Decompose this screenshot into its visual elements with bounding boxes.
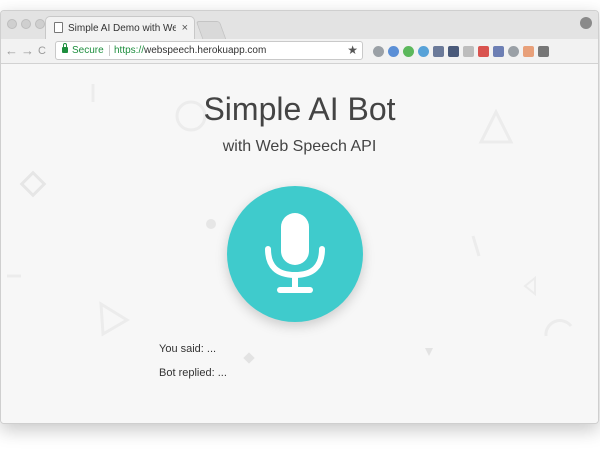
maximize-window-icon[interactable] xyxy=(35,19,45,29)
back-button[interactable]: ← xyxy=(5,43,18,59)
reload-button[interactable]: C xyxy=(38,43,46,59)
deco-dot xyxy=(206,219,216,229)
lock-icon xyxy=(62,43,68,53)
deco-diamond xyxy=(19,170,47,198)
browser-window: Simple AI Demo with Web Spe × ← → C Secu… xyxy=(0,10,599,424)
cast-icon[interactable] xyxy=(508,46,519,57)
page-content: Simple AI Bot with Web Speech API You sa… xyxy=(1,64,598,423)
extension-r-icon[interactable] xyxy=(463,46,474,57)
microphone-button[interactable] xyxy=(227,186,363,322)
url-host: webspeech.herokuapp.com xyxy=(144,45,267,56)
forward-button[interactable]: → xyxy=(21,43,34,59)
deco-small-diamond xyxy=(243,352,255,364)
bot-replied-text: Bot replied: ... xyxy=(159,367,227,379)
extension-teal-icon[interactable] xyxy=(418,46,429,57)
page-title: Simple AI Bot xyxy=(203,91,396,127)
bookmark-star-icon[interactable]: ★ xyxy=(347,43,358,58)
extension-green-icon[interactable] xyxy=(403,46,414,57)
minimize-window-icon[interactable] xyxy=(21,19,31,29)
address-bar[interactable]: Secure https://webspeech.herokuapp.com ★ xyxy=(55,41,363,60)
new-tab-button[interactable] xyxy=(195,21,227,39)
page-subtitle: with Web Speech API xyxy=(222,138,377,155)
menu-icon[interactable] xyxy=(538,46,549,57)
extension-image-icon[interactable] xyxy=(433,46,444,57)
info-icon[interactable] xyxy=(373,46,384,57)
microphone-icon xyxy=(265,213,325,293)
url-scheme: https:// xyxy=(114,45,145,56)
close-window-icon[interactable] xyxy=(7,19,17,29)
url-text[interactable]: https://webspeech.herokuapp.com xyxy=(114,44,266,58)
document-icon xyxy=(54,22,63,33)
deco-small-triangle-2 xyxy=(523,275,536,297)
extension-blue-icon[interactable] xyxy=(388,46,399,57)
browser-toolbar: ← → C Secure https://webspeech.herokuapp… xyxy=(1,39,598,64)
tab-title: Simple AI Demo with Web Spe xyxy=(68,23,176,34)
tab-strip: Simple AI Demo with Web Spe × xyxy=(1,11,598,40)
divider xyxy=(109,45,110,56)
extension-orange-icon[interactable] xyxy=(523,46,534,57)
deco-arc xyxy=(544,319,573,337)
deco-line-3 xyxy=(471,235,481,257)
extension-n-icon[interactable] xyxy=(448,46,459,57)
extension-w-icon[interactable] xyxy=(493,46,504,57)
deco-small-triangle xyxy=(425,348,433,356)
browser-tab[interactable]: Simple AI Demo with Web Spe × xyxy=(45,16,195,40)
tab-close-icon[interactable]: × xyxy=(182,21,188,35)
deco-triangle-left xyxy=(99,301,130,337)
profile-icon[interactable] xyxy=(580,17,592,29)
secure-label: Secure xyxy=(72,45,104,56)
extension-red-icon[interactable] xyxy=(478,46,489,57)
you-said-text: You said: ... xyxy=(159,343,217,355)
